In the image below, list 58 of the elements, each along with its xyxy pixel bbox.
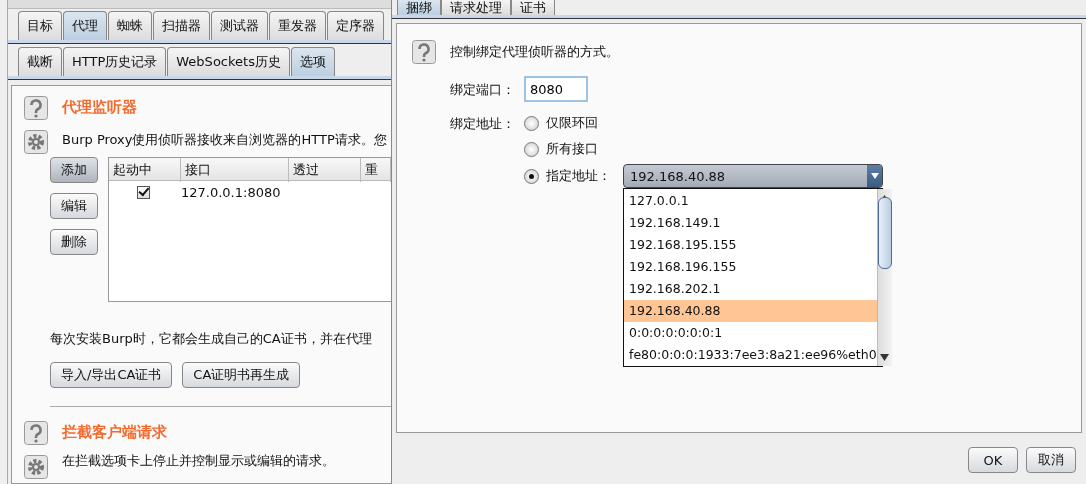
- caret-icon: [870, 173, 879, 179]
- main-tab[interactable]: 定序器: [327, 11, 384, 40]
- sub-tab[interactable]: WebSockets历史: [167, 47, 290, 76]
- main-tab[interactable]: 代理: [63, 11, 107, 40]
- scrollbar[interactable]: [876, 189, 892, 366]
- radio-option[interactable]: 仅限环回: [524, 112, 598, 134]
- sub-tab[interactable]: HTTP历史记录: [63, 47, 167, 76]
- address-item[interactable]: fe80:0:0:0:1933:7ee3:8a21:ee96%eth0: [624, 344, 877, 366]
- dialog-description: 控制绑定代理侦听器的方式。: [450, 43, 619, 61]
- column-header[interactable]: 接口: [181, 158, 289, 182]
- section-title: 拦截客户端请求: [62, 423, 168, 442]
- dialog-button[interactable]: OK: [968, 447, 1018, 473]
- sub-tab[interactable]: 截断: [18, 47, 62, 76]
- listener-button[interactable]: 添加: [50, 157, 98, 183]
- column-header[interactable]: 透过: [289, 158, 361, 182]
- port-field[interactable]: 8080: [524, 76, 588, 102]
- dialog-tab[interactable]: 捆绑: [397, 0, 441, 15]
- port-label: 绑定端口：: [450, 81, 516, 99]
- address-item[interactable]: 192.168.149.1: [624, 212, 877, 234]
- ca-button[interactable]: 导入/导出CA证书: [50, 362, 173, 388]
- table-cell-text: 127.0.0.1:8080: [181, 184, 282, 200]
- address-item[interactable]: 192.168.195.155: [624, 234, 877, 256]
- help-icon[interactable]: [24, 421, 48, 445]
- sub-tab[interactable]: 选项: [290, 47, 335, 76]
- main-tab[interactable]: 测试器: [211, 11, 268, 40]
- address-item[interactable]: 127.0.0.1: [624, 190, 877, 212]
- listener-button[interactable]: 删除: [50, 229, 98, 255]
- radio-option[interactable]: 所有接口: [524, 138, 598, 160]
- dialog-tab[interactable]: 请求处理: [441, 0, 511, 15]
- help-icon[interactable]: [24, 96, 48, 120]
- main-tab[interactable]: 重发器: [269, 11, 326, 40]
- column-header[interactable]: 起动中: [109, 158, 181, 182]
- section-description: 在拦截选项卡上停止并控制显示或编辑的请求。: [62, 452, 336, 470]
- radio-option[interactable]: 指定地址：: [524, 165, 611, 187]
- main-tab[interactable]: 扫描器: [153, 11, 210, 40]
- address-item[interactable]: 192.168.40.88: [624, 300, 877, 322]
- gear-icon[interactable]: [24, 130, 48, 154]
- ca-button[interactable]: CA证明书再生成: [182, 362, 301, 388]
- listener-button[interactable]: 编辑: [50, 193, 98, 219]
- section-title: 代理监听器: [62, 98, 138, 117]
- address-item[interactable]: 192.168.196.155: [624, 256, 877, 278]
- main-tab[interactable]: 蜘蛛: [108, 11, 152, 40]
- address-dropdown[interactable]: 192.168.40.88: [623, 164, 883, 188]
- down-arrow-icon[interactable]: [880, 354, 890, 361]
- ca-note: 每次安装Burp时，它都会生成自己的CA证书，并在代理: [50, 330, 373, 348]
- gear-icon[interactable]: [24, 455, 48, 479]
- address-item[interactable]: 0:0:0:0:0:0:0:1: [624, 322, 877, 344]
- dialog-button[interactable]: 取消: [1026, 447, 1076, 473]
- main-tab[interactable]: 目标: [18, 11, 62, 40]
- radio-button[interactable]: [524, 168, 539, 184]
- radio-button[interactable]: [524, 141, 539, 157]
- help-icon[interactable]: [412, 40, 436, 64]
- checkbox[interactable]: [137, 185, 150, 199]
- radio-button[interactable]: [524, 115, 539, 131]
- section-description: Burp Proxy使用侦听器接收来自浏览器的HTTP请求。您: [62, 131, 388, 149]
- address-label: 绑定地址：: [450, 115, 516, 133]
- dialog-tab[interactable]: 证书: [511, 0, 555, 15]
- address-item[interactable]: 192.168.202.1: [624, 278, 877, 300]
